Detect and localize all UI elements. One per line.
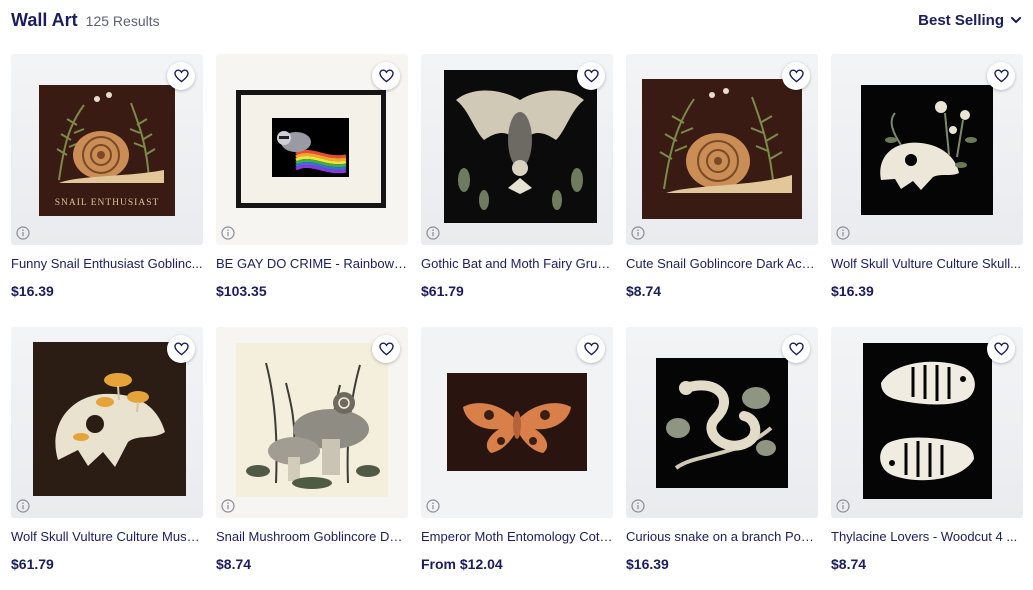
info-icon bbox=[836, 499, 850, 513]
info-icon bbox=[836, 226, 850, 240]
product-price: $16.39 bbox=[11, 283, 54, 299]
product-name[interactable]: Curious snake on a branch Post... bbox=[626, 529, 818, 544]
product-name[interactable]: Emperor Moth Entomology Cott... bbox=[421, 529, 613, 544]
chevron-down-icon bbox=[1011, 17, 1021, 23]
product-card[interactable]: SNAIL ENTHUSIAST Funny Snail Enthusiast … bbox=[11, 54, 203, 302]
heart-icon bbox=[583, 69, 599, 83]
page-title: Wall Art bbox=[11, 9, 78, 30]
product-price: $8.74 bbox=[626, 283, 662, 299]
product-image[interactable] bbox=[216, 54, 408, 245]
product-card[interactable]: Snail Mushroom Goblincore Dar... $8.74 bbox=[216, 327, 408, 575]
product-card[interactable]: Emperor Moth Entomology Cott... From $12… bbox=[421, 327, 613, 575]
product-name[interactable]: Cute Snail Goblincore Dark Aca... bbox=[626, 256, 818, 271]
product-card[interactable]: BE GAY DO CRIME - Rainbow Fl... $103.35 bbox=[216, 54, 408, 302]
product-image[interactable] bbox=[216, 327, 408, 518]
info-button[interactable] bbox=[221, 226, 235, 240]
snail-mushroom-artwork bbox=[236, 343, 388, 497]
product-price: $8.74 bbox=[216, 556, 252, 572]
product-card[interactable]: Wolf Skull Vulture Culture Skull... $16.… bbox=[831, 54, 1023, 302]
product-image[interactable] bbox=[831, 54, 1023, 245]
favorite-button[interactable] bbox=[372, 62, 400, 90]
info-icon bbox=[16, 226, 30, 240]
product-name[interactable]: Thylacine Lovers - Woodcut 4 ... bbox=[831, 529, 1023, 544]
info-button[interactable] bbox=[426, 226, 440, 240]
heart-icon bbox=[788, 69, 804, 83]
thylacine-artwork bbox=[863, 343, 992, 499]
product-card[interactable]: Wolf Skull Vulture Culture Mush... $61.7… bbox=[11, 327, 203, 575]
favorite-button[interactable] bbox=[987, 335, 1015, 363]
info-icon bbox=[221, 499, 235, 513]
info-icon bbox=[631, 226, 645, 240]
info-button[interactable] bbox=[16, 499, 30, 513]
favorite-button[interactable] bbox=[167, 335, 195, 363]
product-image[interactable] bbox=[421, 54, 613, 245]
snake-artwork bbox=[656, 358, 788, 488]
heart-icon bbox=[788, 342, 804, 356]
favorite-button[interactable] bbox=[167, 62, 195, 90]
product-name[interactable]: Wolf Skull Vulture Culture Mush... bbox=[11, 529, 203, 544]
title-group: Wall Art 125 Results bbox=[11, 10, 160, 31]
info-button[interactable] bbox=[836, 499, 850, 513]
results-header: Wall Art 125 Results Best Selling bbox=[11, 8, 1022, 32]
product-card[interactable]: Gothic Bat and Moth Fairy Grun... $61.79 bbox=[421, 54, 613, 302]
product-card[interactable]: Thylacine Lovers - Woodcut 4 ... $8.74 bbox=[831, 327, 1023, 575]
heart-icon bbox=[993, 69, 1009, 83]
product-price: $8.74 bbox=[831, 556, 867, 572]
heart-icon bbox=[378, 342, 394, 356]
favorite-button[interactable] bbox=[987, 62, 1015, 90]
product-image[interactable] bbox=[626, 54, 818, 245]
favorite-button[interactable] bbox=[782, 335, 810, 363]
product-price: $16.39 bbox=[831, 283, 874, 299]
product-price: $61.79 bbox=[11, 556, 54, 572]
product-name[interactable]: Snail Mushroom Goblincore Dar... bbox=[216, 529, 408, 544]
wolf-skull-artwork bbox=[861, 85, 993, 215]
product-price: $16.39 bbox=[626, 556, 669, 572]
product-price: $103.35 bbox=[216, 283, 267, 299]
product-image[interactable] bbox=[421, 327, 613, 518]
product-card[interactable]: Cute Snail Goblincore Dark Aca... $8.74 bbox=[626, 54, 818, 302]
product-card[interactable]: Curious snake on a branch Post... $16.39 bbox=[626, 327, 818, 575]
sort-label: Best Selling bbox=[918, 11, 1004, 29]
product-image[interactable]: SNAIL ENTHUSIAST bbox=[11, 54, 203, 245]
info-button[interactable] bbox=[221, 499, 235, 513]
product-grid: SNAIL ENTHUSIAST Funny Snail Enthusiast … bbox=[11, 54, 1023, 575]
snail-artwork bbox=[642, 79, 802, 219]
result-count: 125 Results bbox=[85, 12, 160, 29]
favorite-button[interactable] bbox=[577, 335, 605, 363]
info-icon bbox=[426, 499, 440, 513]
favorite-button[interactable] bbox=[372, 335, 400, 363]
info-icon bbox=[221, 226, 235, 240]
info-icon bbox=[426, 226, 440, 240]
heart-icon bbox=[173, 342, 189, 356]
info-button[interactable] bbox=[631, 226, 645, 240]
product-name[interactable]: Funny Snail Enthusiast Goblinc... bbox=[11, 256, 203, 271]
info-button[interactable] bbox=[16, 226, 30, 240]
favorite-button[interactable] bbox=[782, 62, 810, 90]
moth-artwork bbox=[447, 373, 587, 471]
heart-icon bbox=[583, 342, 599, 356]
info-icon bbox=[16, 499, 30, 513]
product-image[interactable] bbox=[626, 327, 818, 518]
info-icon bbox=[631, 499, 645, 513]
artwork-caption: SNAIL ENTHUSIAST bbox=[55, 198, 160, 208]
info-button[interactable] bbox=[631, 499, 645, 513]
product-name[interactable]: BE GAY DO CRIME - Rainbow Fl... bbox=[216, 256, 408, 271]
wolf-skull-mushroom-artwork bbox=[33, 342, 186, 496]
heart-icon bbox=[173, 69, 189, 83]
bat-artwork bbox=[444, 70, 597, 223]
heart-icon bbox=[993, 342, 1009, 356]
product-name[interactable]: Wolf Skull Vulture Culture Skull... bbox=[831, 256, 1023, 271]
favorite-button[interactable] bbox=[577, 62, 605, 90]
snail-artwork: SNAIL ENTHUSIAST bbox=[39, 85, 175, 216]
heart-icon bbox=[378, 69, 394, 83]
product-image[interactable] bbox=[11, 327, 203, 518]
info-button[interactable] bbox=[426, 499, 440, 513]
info-button[interactable] bbox=[836, 226, 850, 240]
raccoon-artwork bbox=[236, 90, 386, 208]
product-image[interactable] bbox=[831, 327, 1023, 518]
product-price: $61.79 bbox=[421, 283, 464, 299]
product-price: From $12.04 bbox=[421, 556, 503, 572]
product-name[interactable]: Gothic Bat and Moth Fairy Grun... bbox=[421, 256, 613, 271]
sort-dropdown[interactable]: Best Selling bbox=[918, 12, 1022, 29]
